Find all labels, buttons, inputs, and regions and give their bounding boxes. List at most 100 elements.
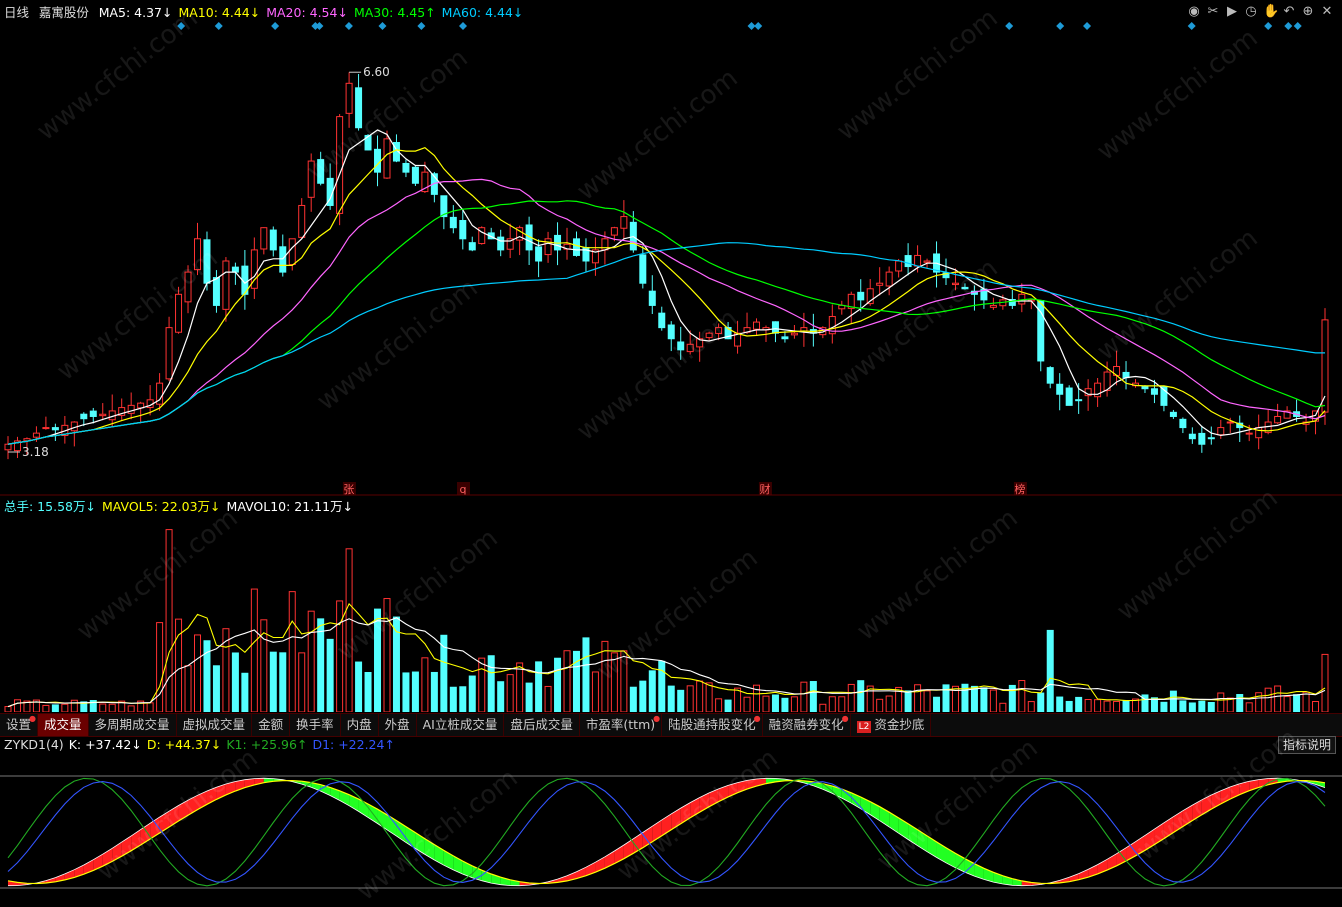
- low-price-label: 3.18: [22, 445, 49, 459]
- ma30-line: [7, 200, 1326, 445]
- volume-bar: [667, 685, 675, 712]
- volume-bar: [184, 665, 192, 712]
- volume-bar: [449, 686, 457, 712]
- tab-8[interactable]: AI立桩成交量: [417, 714, 505, 736]
- candle-body: [715, 327, 723, 334]
- tab-9[interactable]: 盘后成交量: [504, 714, 580, 736]
- tab-2[interactable]: 多周期成交量: [89, 714, 177, 736]
- zykd-indicator-chart[interactable]: [0, 754, 1342, 902]
- candle-body: [355, 87, 363, 129]
- event-diamond[interactable]: [1264, 22, 1273, 30]
- candle-body: [288, 238, 296, 266]
- event-diamond[interactable]: [1293, 22, 1302, 30]
- volume-bar: [13, 699, 21, 712]
- play-icon[interactable]: ▶: [1225, 5, 1239, 19]
- event-diamond[interactable]: [417, 22, 426, 30]
- tab-13[interactable]: L2 资金抄底: [851, 714, 932, 736]
- event-marker[interactable]: 张: [343, 483, 354, 496]
- tab-12[interactable]: 融资融券变化 ●: [763, 714, 851, 736]
- tab-1[interactable]: 成交量: [38, 714, 89, 736]
- volume-bar: [535, 661, 543, 712]
- candle-body: [667, 324, 675, 340]
- volume-bar: [345, 548, 353, 712]
- candle-body: [1188, 433, 1196, 440]
- volume-bar: [1179, 700, 1187, 712]
- volume-bar: [999, 702, 1007, 712]
- tab-label: 设置: [6, 717, 32, 732]
- event-diamond[interactable]: [214, 22, 223, 30]
- volume-bar: [828, 696, 836, 712]
- candle-body: [374, 148, 382, 173]
- volume-bar: [279, 652, 287, 712]
- tab-7[interactable]: 外盘: [379, 714, 417, 736]
- volume-bar: [544, 685, 552, 712]
- tab-11[interactable]: 陆股通持股变化 ●: [662, 714, 763, 736]
- tab-0[interactable]: 设置 ●: [0, 714, 39, 736]
- tab-5[interactable]: 换手率: [290, 714, 341, 736]
- event-diamond[interactable]: [754, 22, 763, 30]
- event-diamond[interactable]: [271, 22, 280, 30]
- volume-bar: [743, 696, 751, 712]
- volume-legend-item: 总手: 15.58万↓: [4, 499, 96, 514]
- volume-bar: [989, 689, 997, 712]
- plus-icon[interactable]: ⊕: [1301, 5, 1315, 19]
- close-icon[interactable]: ✕: [1320, 5, 1334, 19]
- candle-body: [686, 343, 694, 353]
- volume-bar: [374, 608, 382, 712]
- volume-bar: [298, 652, 306, 712]
- tab-3[interactable]: 虚拟成交量: [177, 714, 253, 736]
- event-marker[interactable]: 财: [759, 482, 770, 496]
- candlestick-chart[interactable]: 6.60 3.18 张 q 财 榜: [0, 34, 1342, 496]
- indicator-explain-button[interactable]: 指标说明: [1277, 736, 1336, 754]
- candle-body: [572, 238, 580, 256]
- volume-bar: [212, 665, 220, 712]
- candle-body: [411, 166, 419, 184]
- volume-bar: [383, 598, 391, 712]
- l2-badge: L2: [856, 721, 872, 733]
- volume-bar: [336, 600, 344, 712]
- volume-bar: [307, 610, 315, 712]
- candle-body: [1226, 421, 1234, 424]
- event-diamond[interactable]: [1187, 22, 1196, 30]
- eye-icon[interactable]: ◉: [1187, 5, 1201, 19]
- event-diamond[interactable]: [1083, 22, 1092, 30]
- event-diamond[interactable]: [458, 22, 467, 30]
- tab-label: 盘后成交量: [510, 717, 573, 732]
- event-diamond[interactable]: [315, 22, 324, 30]
- event-diamond[interactable]: [177, 22, 186, 30]
- event-marker[interactable]: q: [459, 483, 466, 496]
- volume-legend-item: MAVOL5: 22.03万↓: [101, 499, 221, 514]
- event-diamond[interactable]: [1056, 22, 1065, 30]
- hand-icon[interactable]: ✋: [1263, 5, 1279, 19]
- volume-bar: [1264, 687, 1272, 712]
- candle-body: [1217, 427, 1225, 436]
- volume-bar: [819, 703, 827, 712]
- event-diamond[interactable]: [378, 22, 387, 30]
- tab-label: 资金抄底: [874, 717, 925, 732]
- event-diamond[interactable]: [344, 22, 353, 30]
- indicator-legend: ZYKD1(4) K: +37.42↓ D: +44.37↓ K1: +25.96↑ D…: [4, 736, 400, 754]
- volume-bar: [364, 671, 372, 712]
- candle-body: [914, 254, 922, 267]
- volume-bar: [696, 680, 704, 712]
- candle-body: [99, 413, 107, 417]
- volume-bar: [497, 681, 505, 712]
- candle-body: [1207, 437, 1215, 440]
- event-diamond[interactable]: [1005, 22, 1014, 30]
- tab-10[interactable]: 市盈率(ttm) ●: [580, 714, 663, 736]
- indicator-tab-bar: 设置 ● 成交量 多周期成交量 虚拟成交量 金额 换手率 内盘 外盘 AI立桩成交量 盘后成交量 市盈…: [0, 713, 1342, 737]
- scissors-icon[interactable]: ✂: [1206, 5, 1220, 19]
- tab-new-dot: ●: [653, 714, 661, 723]
- tab-4[interactable]: 金额: [252, 714, 291, 736]
- clock-icon[interactable]: ◷: [1244, 5, 1258, 19]
- undo-icon[interactable]: ↶: [1282, 5, 1296, 19]
- candle-body: [222, 260, 230, 310]
- volume-chart[interactable]: [0, 516, 1342, 712]
- event-diamond[interactable]: [1284, 22, 1293, 30]
- event-marker[interactable]: 榜: [1014, 482, 1025, 496]
- volume-bar: [857, 680, 865, 712]
- volume-bar: [724, 699, 732, 712]
- candle-body: [771, 321, 779, 334]
- candle-body: [544, 238, 552, 256]
- tab-6[interactable]: 内盘: [341, 714, 379, 736]
